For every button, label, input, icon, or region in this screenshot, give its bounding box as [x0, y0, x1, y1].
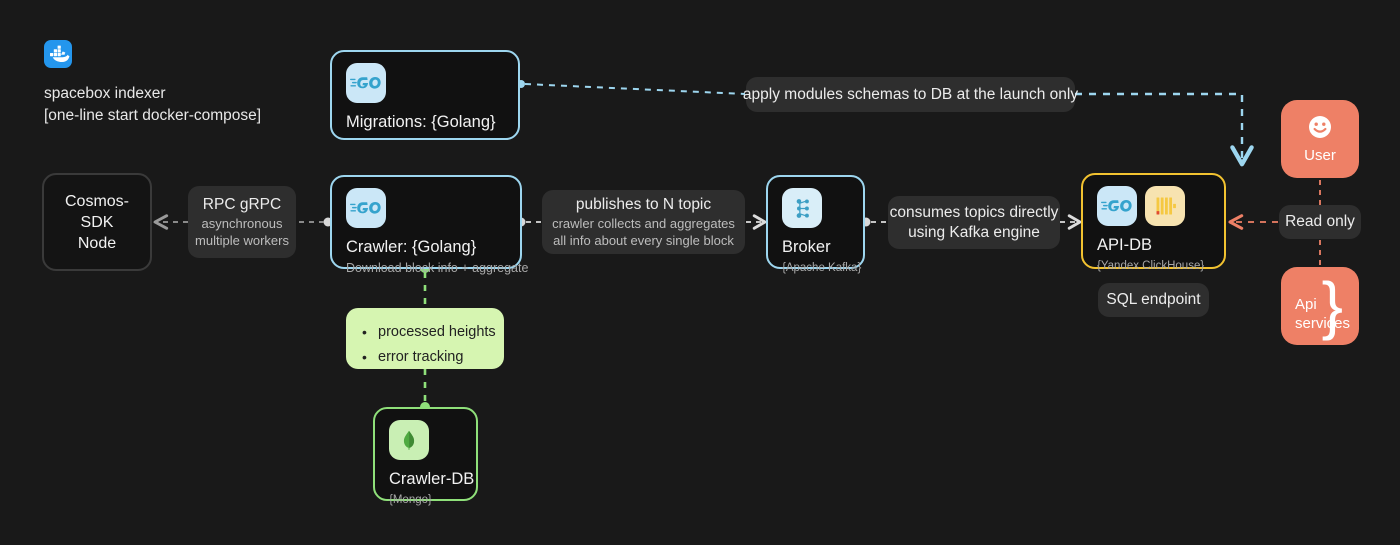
kafka-glyph [796, 198, 809, 218]
clickhouse-glyph [1156, 197, 1176, 215]
cosmos-title-line1: Cosmos-SDK [64, 192, 129, 231]
migrations-icons [346, 63, 504, 103]
api-db-title: API-DB [1097, 236, 1153, 254]
golang-glyph [1101, 199, 1132, 212]
actor-api-services[interactable]: } Api services [1281, 267, 1359, 345]
diagram-canvas: spacebox indexer [one-line start docker-… [0, 0, 1400, 545]
broker-subtitle: {Apache Kafka} [782, 262, 862, 274]
node-cosmos-sdk[interactable]: Cosmos-SDK Node [42, 173, 152, 271]
golang-glyph [350, 201, 381, 214]
read-only-text: Read only [1285, 213, 1355, 230]
publishes-sub2: all info about every single block [553, 233, 734, 248]
annotation-read-only: Read only [1279, 205, 1361, 239]
annotation-sql-endpoint: SQL endpoint [1098, 283, 1209, 317]
broker-icons [782, 188, 849, 228]
golang-icon [1097, 186, 1137, 226]
node-api-db[interactable]: API-DB {Yandex ClickHouse} [1081, 173, 1226, 272]
apache-kafka-icon [782, 188, 822, 228]
crawler-icons [346, 188, 506, 228]
migrations-title: Migrations: {Golang} [346, 113, 496, 131]
crawler-db-subtitle: {Mongo} [389, 494, 432, 506]
mongodb-icon [389, 420, 429, 460]
sql-endpoint-text: SQL endpoint [1106, 291, 1201, 308]
broker-title: Broker [782, 238, 831, 256]
header-line-2: [one-line start docker-compose] [44, 107, 262, 124]
consumes-line2: using Kafka engine [908, 223, 1040, 241]
crawler-note-list: processed heights error tracking [362, 320, 496, 370]
golang-icon [346, 188, 386, 228]
golang-glyph [350, 76, 381, 89]
api-db-icons [1097, 186, 1210, 226]
rpc-grpc-sub1: asynchronous [201, 216, 283, 231]
list-item: error tracking [362, 345, 486, 370]
annotation-apply-schemas: apply modules schemas to DB at the launc… [742, 77, 1079, 112]
consumes-line1: consumes topics directly [889, 203, 1059, 221]
cosmos-title-line2: Node [77, 234, 117, 252]
api-db-subtitle: {Yandex ClickHouse} [1097, 260, 1205, 272]
annotation-consumes-topics: consumes topics directly using Kafka eng… [888, 196, 1060, 249]
rpc-grpc-title: RPC gRPC [202, 196, 282, 213]
smiley-face-icon [1309, 115, 1331, 138]
node-crawler-db[interactable]: Crawler-DB {Mongo} [373, 407, 478, 506]
curly-brace-icon: } [1321, 269, 1343, 341]
docker-icon [44, 40, 72, 68]
annotation-rpc-grpc: RPC gRPC asynchronous multiple workers [188, 186, 296, 258]
publishes-sub1: crawler collects and aggregates [552, 216, 735, 231]
node-crawler[interactable]: Crawler: {Golang} Download block info + … [330, 175, 528, 275]
header-line-1: spacebox indexer [44, 85, 166, 102]
node-migrations[interactable]: Migrations: {Golang} [330, 50, 520, 140]
node-broker[interactable]: Broker {Apache Kafka} [766, 175, 865, 274]
crawler-subtitle: Download block info + aggregate [346, 261, 529, 275]
annotation-publishes: publishes to N topic crawler collects an… [542, 190, 745, 254]
actor-user[interactable]: User [1281, 100, 1359, 178]
clickhouse-icon [1145, 186, 1185, 226]
list-item: processed heights [362, 320, 496, 345]
rpc-grpc-sub2: multiple workers [195, 233, 289, 248]
crawler-title: Crawler: {Golang} [346, 238, 477, 256]
mongodb-glyph [403, 430, 415, 450]
publishes-title: publishes to N topic [575, 196, 712, 213]
crawler-db-title: Crawler-DB [389, 470, 475, 488]
page-header: spacebox indexer [one-line start docker-… [44, 40, 261, 127]
user-label: User [1304, 146, 1336, 164]
apply-schemas-text: apply modules schemas to DB at the launc… [742, 85, 1079, 103]
golang-icon [346, 63, 386, 103]
crawler-db-icons [389, 420, 462, 460]
crawler-note: processed heights error tracking [346, 308, 504, 370]
